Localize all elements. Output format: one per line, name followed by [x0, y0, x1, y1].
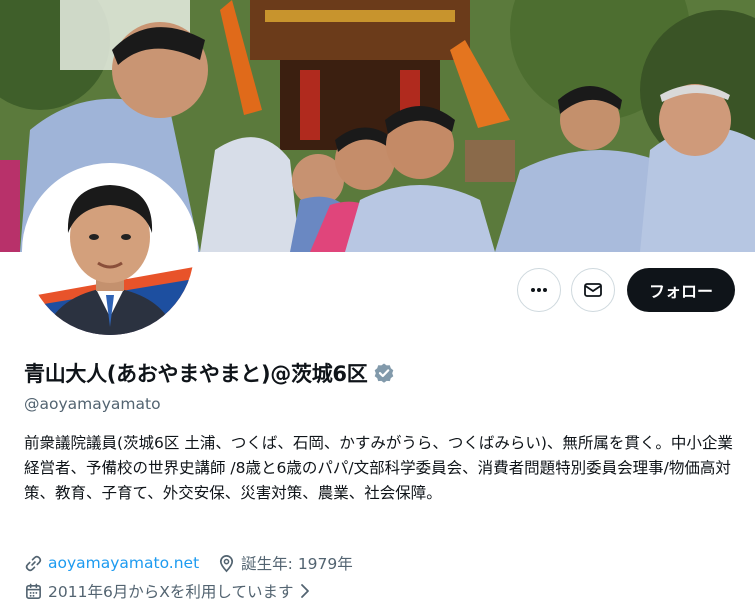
- more-horizontal-icon: [530, 288, 547, 292]
- envelope-icon: [584, 283, 602, 297]
- joined-row[interactable]: 2011年6月からXを利用しています: [24, 580, 312, 602]
- website-link[interactable]: aoyamayamato.net: [48, 554, 199, 572]
- joined-date: 2011年6月からXを利用しています: [48, 583, 294, 601]
- birth-item: 誕生年: 1979年: [217, 552, 353, 574]
- profile-meta-row: aoyamayamato.net 誕生年: 1979年: [24, 552, 353, 574]
- more-button[interactable]: [516, 268, 561, 312]
- website-item: aoyamayamato.net: [24, 554, 199, 573]
- profile-actions: フォロー: [516, 268, 735, 312]
- link-icon: [25, 555, 42, 571]
- avatar-photo: [26, 167, 194, 335]
- calendar-icon: [26, 583, 41, 599]
- display-name: 青山大人(あおやまやまと)@茨城6区: [24, 362, 368, 386]
- location-pin-icon: [220, 554, 234, 572]
- profile-bio: 前衆議院議員(茨城6区 土浦、つくば、石岡、かすみがうら、つくばみらい)、無所属…: [24, 434, 733, 502]
- joined-item[interactable]: 2011年6月からXを利用しています: [24, 580, 312, 602]
- profile-avatar[interactable]: [22, 163, 198, 339]
- follow-button[interactable]: フォロー: [626, 268, 735, 312]
- name-row: 青山大人(あおやまやまと)@茨城6区: [24, 358, 395, 388]
- birth-year: 誕生年: 1979年: [241, 555, 353, 573]
- chevron-right-icon: [301, 584, 310, 598]
- message-button[interactable]: [570, 268, 615, 312]
- verified-badge-icon[interactable]: [373, 362, 395, 384]
- user-handle: @aoyamayamato: [24, 395, 161, 413]
